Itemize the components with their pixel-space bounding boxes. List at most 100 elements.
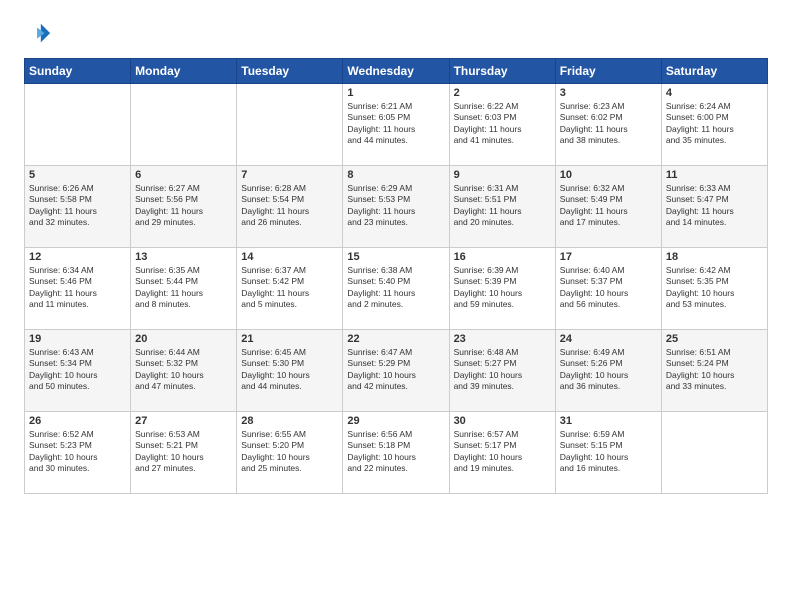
day-info: Sunrise: 6:21 AM Sunset: 6:05 PM Dayligh… bbox=[347, 101, 444, 147]
day-cell: 17 Sunrise: 6:40 AM Sunset: 5:37 PM Dayli… bbox=[555, 248, 661, 330]
day-number: 10 bbox=[560, 169, 657, 181]
day-cell: 14 Sunrise: 6:37 AM Sunset: 5:42 PM Dayli… bbox=[237, 248, 343, 330]
day-cell: 10 Sunrise: 6:32 AM Sunset: 5:49 PM Dayli… bbox=[555, 166, 661, 248]
day-cell: 21 Sunrise: 6:45 AM Sunset: 5:30 PM Dayli… bbox=[237, 330, 343, 412]
day-cell: 22Sunrise: 6:47 AM Sunset: 5:29 PM Dayli… bbox=[343, 330, 449, 412]
weekday-header-tuesday: Tuesday bbox=[237, 59, 343, 84]
day-info: Sunrise: 6:44 AM Sunset: 5:32 PM Dayligh… bbox=[135, 347, 232, 393]
day-info: Sunrise: 6:33 AM Sunset: 5:47 PM Dayligh… bbox=[666, 183, 763, 229]
day-number: 20 bbox=[135, 333, 232, 345]
day-number: 18 bbox=[666, 251, 763, 263]
day-number: 29 bbox=[347, 415, 444, 427]
day-cell: 2Sunrise: 6:22 AM Sunset: 6:03 PM Daylig… bbox=[449, 84, 555, 166]
week-row-4: 19 Sunrise: 6:43 AM Sunset: 5:34 PM Dayli… bbox=[25, 330, 768, 412]
day-cell: 28Sunrise: 6:55 AM Sunset: 5:20 PM Dayli… bbox=[237, 412, 343, 494]
day-info: Sunrise: 6:27 AM Sunset: 5:56 PM Dayligh… bbox=[135, 183, 232, 229]
day-cell bbox=[237, 84, 343, 166]
day-info: Sunrise: 6:47 AM Sunset: 5:29 PM Dayligh… bbox=[347, 347, 444, 393]
day-cell: 20 Sunrise: 6:44 AM Sunset: 5:32 PM Dayli… bbox=[131, 330, 237, 412]
day-cell: 9 Sunrise: 6:31 AM Sunset: 5:51 PM Daylig… bbox=[449, 166, 555, 248]
day-cell: 31 Sunrise: 6:59 AM Sunset: 5:15 PM Dayli… bbox=[555, 412, 661, 494]
day-number: 31 bbox=[560, 415, 657, 427]
day-info: Sunrise: 6:38 AM Sunset: 5:40 PM Dayligh… bbox=[347, 265, 444, 311]
day-number: 21 bbox=[241, 333, 338, 345]
weekday-header-monday: Monday bbox=[131, 59, 237, 84]
day-info: Sunrise: 6:57 AM Sunset: 5:17 PM Dayligh… bbox=[454, 429, 551, 475]
weekday-header-friday: Friday bbox=[555, 59, 661, 84]
day-cell: 6 Sunrise: 6:27 AM Sunset: 5:56 PM Daylig… bbox=[131, 166, 237, 248]
day-cell: 1 Sunrise: 6:21 AM Sunset: 6:05 PM Daylig… bbox=[343, 84, 449, 166]
day-cell: 12 Sunrise: 6:34 AM Sunset: 5:46 PM Dayli… bbox=[25, 248, 131, 330]
day-info: Sunrise: 6:26 AM Sunset: 5:58 PM Dayligh… bbox=[29, 183, 126, 229]
day-info: Sunrise: 6:51 AM Sunset: 5:24 PM Dayligh… bbox=[666, 347, 763, 393]
day-number: 27 bbox=[135, 415, 232, 427]
day-number: 4 bbox=[666, 87, 763, 99]
day-cell: 23 Sunrise: 6:48 AM Sunset: 5:27 PM Dayli… bbox=[449, 330, 555, 412]
day-info: Sunrise: 6:31 AM Sunset: 5:51 PM Dayligh… bbox=[454, 183, 551, 229]
day-cell: 30 Sunrise: 6:57 AM Sunset: 5:17 PM Dayli… bbox=[449, 412, 555, 494]
day-number: 15 bbox=[347, 251, 444, 263]
day-cell bbox=[131, 84, 237, 166]
day-cell: 16Sunrise: 6:39 AM Sunset: 5:39 PM Dayli… bbox=[449, 248, 555, 330]
day-number: 11 bbox=[666, 169, 763, 181]
day-info: Sunrise: 6:32 AM Sunset: 5:49 PM Dayligh… bbox=[560, 183, 657, 229]
day-number: 17 bbox=[560, 251, 657, 263]
day-number: 23 bbox=[454, 333, 551, 345]
day-info: Sunrise: 6:23 AM Sunset: 6:02 PM Dayligh… bbox=[560, 101, 657, 147]
calendar-table: SundayMondayTuesdayWednesdayThursdayFrid… bbox=[24, 58, 768, 494]
weekday-header-wednesday: Wednesday bbox=[343, 59, 449, 84]
day-info: Sunrise: 6:48 AM Sunset: 5:27 PM Dayligh… bbox=[454, 347, 551, 393]
weekday-header-sunday: Sunday bbox=[25, 59, 131, 84]
weekday-header-thursday: Thursday bbox=[449, 59, 555, 84]
day-cell: 13Sunrise: 6:35 AM Sunset: 5:44 PM Dayli… bbox=[131, 248, 237, 330]
week-row-5: 26 Sunrise: 6:52 AM Sunset: 5:23 PM Dayli… bbox=[25, 412, 768, 494]
day-info: Sunrise: 6:34 AM Sunset: 5:46 PM Dayligh… bbox=[29, 265, 126, 311]
day-info: Sunrise: 6:53 AM Sunset: 5:21 PM Dayligh… bbox=[135, 429, 232, 475]
weekday-header-row: SundayMondayTuesdayWednesdayThursdayFrid… bbox=[25, 59, 768, 84]
day-number: 19 bbox=[29, 333, 126, 345]
day-number: 5 bbox=[29, 169, 126, 181]
day-info: Sunrise: 6:52 AM Sunset: 5:23 PM Dayligh… bbox=[29, 429, 126, 475]
day-info: Sunrise: 6:40 AM Sunset: 5:37 PM Dayligh… bbox=[560, 265, 657, 311]
day-cell: 24Sunrise: 6:49 AM Sunset: 5:26 PM Dayli… bbox=[555, 330, 661, 412]
logo bbox=[24, 20, 56, 48]
day-cell: 7 Sunrise: 6:28 AM Sunset: 5:54 PM Daylig… bbox=[237, 166, 343, 248]
week-row-3: 12 Sunrise: 6:34 AM Sunset: 5:46 PM Dayli… bbox=[25, 248, 768, 330]
header bbox=[24, 20, 768, 48]
day-number: 9 bbox=[454, 169, 551, 181]
week-row-1: 1 Sunrise: 6:21 AM Sunset: 6:05 PM Daylig… bbox=[25, 84, 768, 166]
day-cell: 3 Sunrise: 6:23 AM Sunset: 6:02 PM Daylig… bbox=[555, 84, 661, 166]
day-cell bbox=[661, 412, 767, 494]
day-cell: 25 Sunrise: 6:51 AM Sunset: 5:24 PM Dayli… bbox=[661, 330, 767, 412]
day-info: Sunrise: 6:49 AM Sunset: 5:26 PM Dayligh… bbox=[560, 347, 657, 393]
day-cell: 29 Sunrise: 6:56 AM Sunset: 5:18 PM Dayli… bbox=[343, 412, 449, 494]
day-number: 6 bbox=[135, 169, 232, 181]
day-info: Sunrise: 6:59 AM Sunset: 5:15 PM Dayligh… bbox=[560, 429, 657, 475]
day-number: 12 bbox=[29, 251, 126, 263]
day-number: 3 bbox=[560, 87, 657, 99]
day-number: 30 bbox=[454, 415, 551, 427]
weekday-header-saturday: Saturday bbox=[661, 59, 767, 84]
day-info: Sunrise: 6:37 AM Sunset: 5:42 PM Dayligh… bbox=[241, 265, 338, 311]
day-cell: 15 Sunrise: 6:38 AM Sunset: 5:40 PM Dayli… bbox=[343, 248, 449, 330]
day-info: Sunrise: 6:56 AM Sunset: 5:18 PM Dayligh… bbox=[347, 429, 444, 475]
day-number: 7 bbox=[241, 169, 338, 181]
day-info: Sunrise: 6:22 AM Sunset: 6:03 PM Dayligh… bbox=[454, 101, 551, 147]
day-cell: 27 Sunrise: 6:53 AM Sunset: 5:21 PM Dayli… bbox=[131, 412, 237, 494]
day-cell: 4Sunrise: 6:24 AM Sunset: 6:00 PM Daylig… bbox=[661, 84, 767, 166]
day-number: 14 bbox=[241, 251, 338, 263]
day-number: 16 bbox=[454, 251, 551, 263]
day-cell: 11 Sunrise: 6:33 AM Sunset: 5:47 PM Dayli… bbox=[661, 166, 767, 248]
day-info: Sunrise: 6:45 AM Sunset: 5:30 PM Dayligh… bbox=[241, 347, 338, 393]
day-cell bbox=[25, 84, 131, 166]
day-info: Sunrise: 6:28 AM Sunset: 5:54 PM Dayligh… bbox=[241, 183, 338, 229]
day-info: Sunrise: 6:43 AM Sunset: 5:34 PM Dayligh… bbox=[29, 347, 126, 393]
day-cell: 8Sunrise: 6:29 AM Sunset: 5:53 PM Daylig… bbox=[343, 166, 449, 248]
day-info: Sunrise: 6:29 AM Sunset: 5:53 PM Dayligh… bbox=[347, 183, 444, 229]
day-number: 25 bbox=[666, 333, 763, 345]
day-cell: 19 Sunrise: 6:43 AM Sunset: 5:34 PM Dayli… bbox=[25, 330, 131, 412]
day-cell: 26 Sunrise: 6:52 AM Sunset: 5:23 PM Dayli… bbox=[25, 412, 131, 494]
day-number: 28 bbox=[241, 415, 338, 427]
day-number: 26 bbox=[29, 415, 126, 427]
day-number: 1 bbox=[347, 87, 444, 99]
